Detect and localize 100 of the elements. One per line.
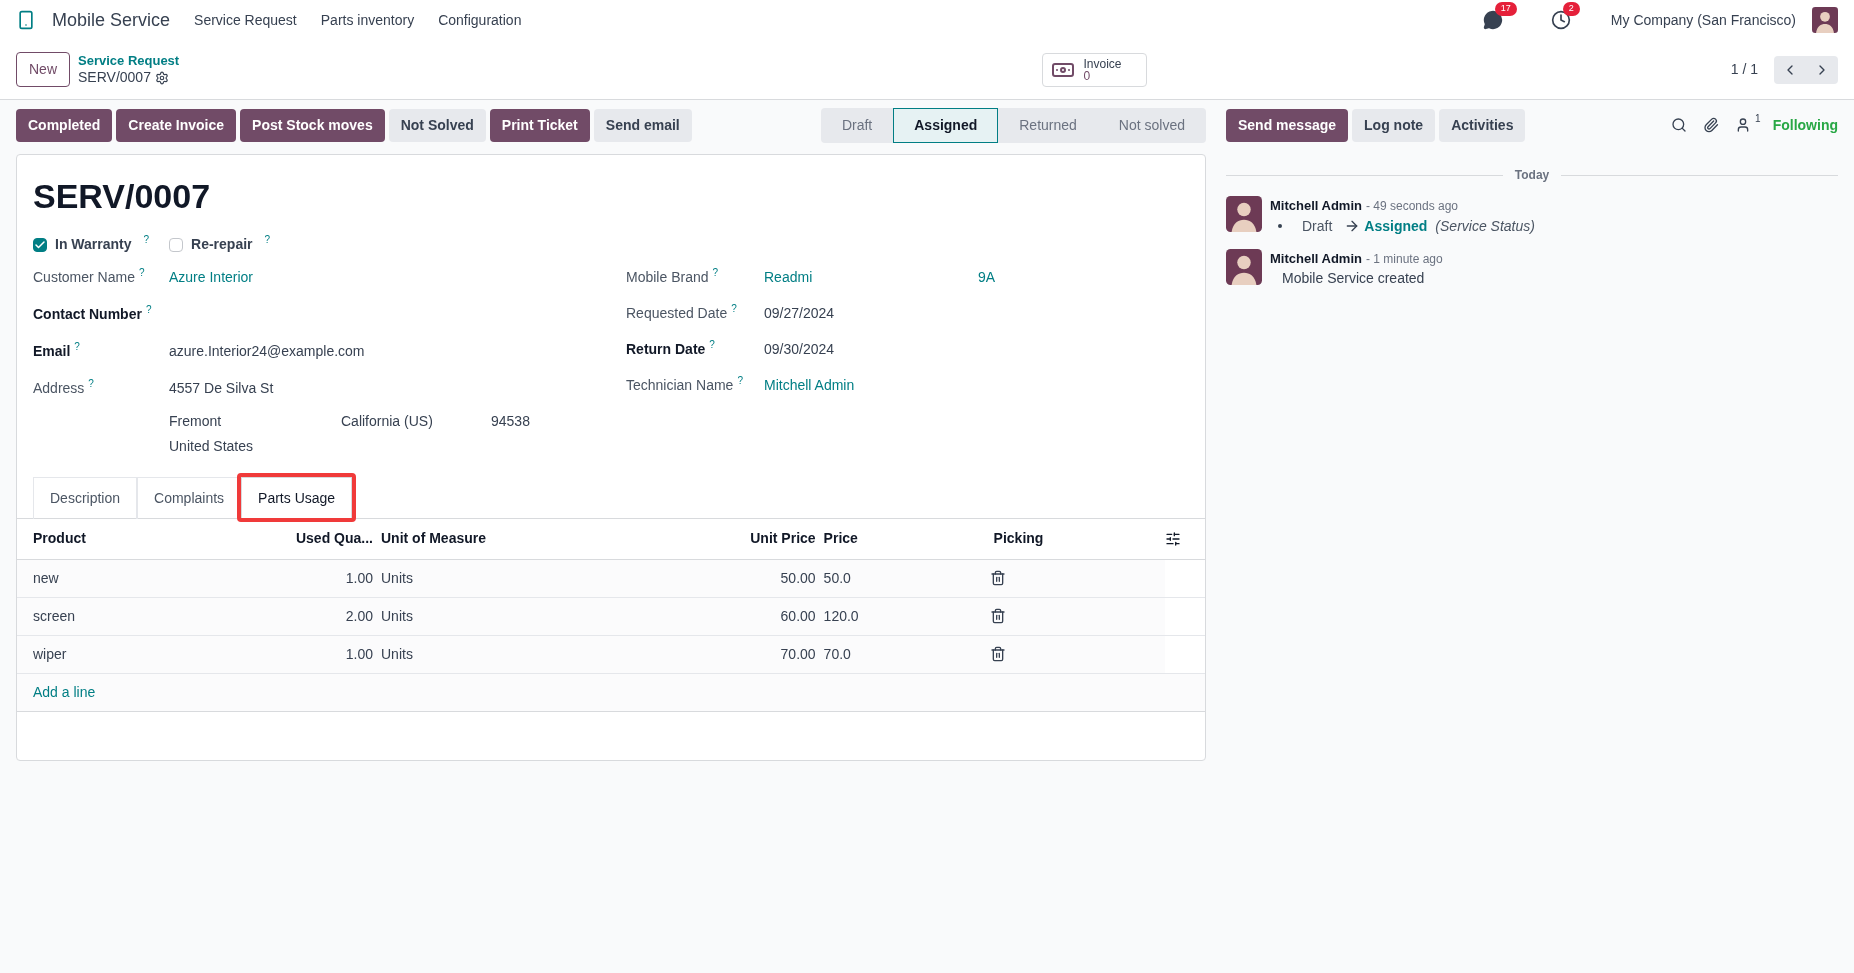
paperclip-icon[interactable]	[1703, 117, 1720, 133]
column-settings-icon[interactable]	[1165, 530, 1181, 547]
column-header[interactable]: Price	[819, 519, 990, 559]
zip-value: 94538	[491, 412, 530, 431]
help-mark[interactable]: ?	[74, 341, 80, 353]
form-tab[interactable]: Description	[33, 477, 138, 519]
next-button[interactable]	[1806, 55, 1838, 84]
menu-item[interactable]: Parts inventory	[320, 9, 415, 31]
delete-icon[interactable]	[989, 570, 1006, 586]
action-button[interactable]: Post Stock moves	[240, 108, 385, 142]
message-author: Mitchell Admin	[1270, 197, 1362, 215]
chatter-button[interactable]: Activities	[1439, 108, 1526, 142]
message-time: - 1 minute ago	[1365, 250, 1443, 268]
message-author: Mitchell Admin	[1270, 249, 1362, 268]
checkbox[interactable]	[33, 237, 47, 252]
column-header[interactable]: Product	[17, 519, 267, 559]
help-mark[interactable]: ?	[712, 266, 719, 279]
field-value: 09/27/2024	[764, 303, 836, 323]
app-icon[interactable]	[16, 10, 36, 30]
table-cell: 50.0	[823, 569, 851, 586]
field-value[interactable]: Azure Interior	[169, 267, 254, 288]
status-stage[interactable]: Draft	[820, 107, 894, 143]
action-button[interactable]: Not Solved	[388, 108, 486, 142]
column-header[interactable]: Used Qua...	[267, 519, 377, 559]
status-stage[interactable]: Assigned	[893, 107, 999, 143]
help-mark[interactable]: ?	[145, 304, 152, 316]
state-value: California (US)	[341, 412, 434, 431]
table-cell: wiper	[33, 645, 67, 662]
pager-value: 1 / 1	[1730, 60, 1758, 79]
field-label: Technician Name	[626, 375, 734, 395]
help-mark[interactable]: ?	[731, 302, 737, 315]
settings-icon[interactable]	[154, 70, 169, 85]
new-button[interactable]: New	[16, 52, 70, 87]
checkbox[interactable]	[169, 237, 184, 252]
street-value: 4557 De Silva St	[169, 379, 275, 398]
delete-icon[interactable]	[989, 608, 1006, 624]
table-cell: 1.00	[345, 569, 373, 586]
model-value[interactable]: 9A	[978, 266, 996, 288]
chatter-button[interactable]: Log note	[1352, 108, 1436, 142]
record-name: SERV/0007	[78, 68, 151, 87]
status-stage[interactable]: Returned	[998, 107, 1098, 143]
date-separator: Today	[1514, 167, 1550, 184]
company-switcher[interactable]: My Company (San Francisco)	[1610, 9, 1796, 31]
help-mark[interactable]: ?	[138, 267, 145, 279]
invoice-count: 0	[1083, 69, 1092, 82]
field-value[interactable]: Readmi	[764, 266, 978, 288]
clock-icon[interactable]	[1550, 10, 1571, 30]
messages-badge: 17	[1494, 2, 1517, 16]
new-value: Assigned	[1364, 216, 1428, 236]
old-value: Draft	[1302, 216, 1333, 236]
form-tab[interactable]: Parts Usage	[241, 477, 353, 519]
messages-icon[interactable]	[1482, 10, 1503, 30]
message-body: Mobile Service created	[1281, 269, 1426, 288]
field-label: Email	[33, 342, 71, 361]
field-label: Requested Date	[626, 303, 728, 323]
chatter-button[interactable]: Send message	[1226, 108, 1349, 142]
table-cell: 70.00	[780, 645, 816, 662]
status-stage[interactable]: Not solved	[1097, 107, 1206, 143]
field-label: Contact Number	[33, 305, 142, 324]
field-name: (Service Status)	[1435, 216, 1535, 236]
menu-item[interactable]: Service Request	[194, 9, 297, 31]
country-value: United States	[169, 437, 255, 456]
breadcrumb-link[interactable]: Service Request	[78, 52, 180, 69]
help-mark[interactable]: ?	[143, 234, 150, 246]
field-label: Address	[33, 379, 85, 398]
message-time: - 49 seconds ago	[1365, 198, 1459, 215]
previous-button[interactable]	[1774, 55, 1806, 84]
field-label: Return Date	[626, 339, 706, 359]
checkbox-label: Re-repair	[191, 235, 253, 254]
table-cell: 2.00	[345, 607, 373, 624]
action-button[interactable]: Send email	[593, 108, 692, 142]
field-value: 09/30/2024	[764, 339, 836, 359]
table-cell: 50.00	[780, 569, 816, 586]
activities-badge: 2	[1562, 2, 1580, 16]
delete-icon[interactable]	[989, 646, 1006, 662]
column-header[interactable]: Unit of Measure	[377, 519, 597, 559]
table-cell: Units	[381, 645, 413, 662]
action-button[interactable]: Completed	[16, 108, 113, 142]
search-icon[interactable]	[1671, 117, 1688, 133]
action-button[interactable]: Create Invoice	[116, 108, 237, 142]
field-value[interactable]: Mitchell Admin	[764, 374, 978, 396]
help-mark[interactable]: ?	[709, 338, 715, 351]
avatar-icon	[1226, 248, 1262, 285]
field-label: Customer Name	[33, 268, 135, 287]
app-name[interactable]: Mobile Service	[52, 6, 171, 34]
help-mark[interactable]: ?	[737, 374, 743, 387]
checkbox-label: In Warranty	[55, 235, 132, 254]
table-cell: 120.0	[823, 607, 859, 624]
menu-item[interactable]: Configuration	[438, 9, 522, 31]
action-button[interactable]: Print Ticket	[489, 108, 590, 142]
help-mark[interactable]: ?	[88, 378, 94, 390]
record-title: SERV/0007	[32, 176, 212, 217]
table-cell: 1.00	[345, 645, 373, 662]
table-cell: screen	[33, 607, 76, 624]
column-header[interactable]: Unit Price	[597, 519, 820, 559]
column-header[interactable]: Picking	[989, 519, 1165, 559]
add-line-link[interactable]: Add a line	[33, 683, 96, 700]
avatar-icon	[1812, 7, 1838, 33]
invoice-smart-button[interactable]: Invoice 0	[1042, 52, 1148, 87]
help-mark[interactable]: ?	[264, 234, 271, 246]
